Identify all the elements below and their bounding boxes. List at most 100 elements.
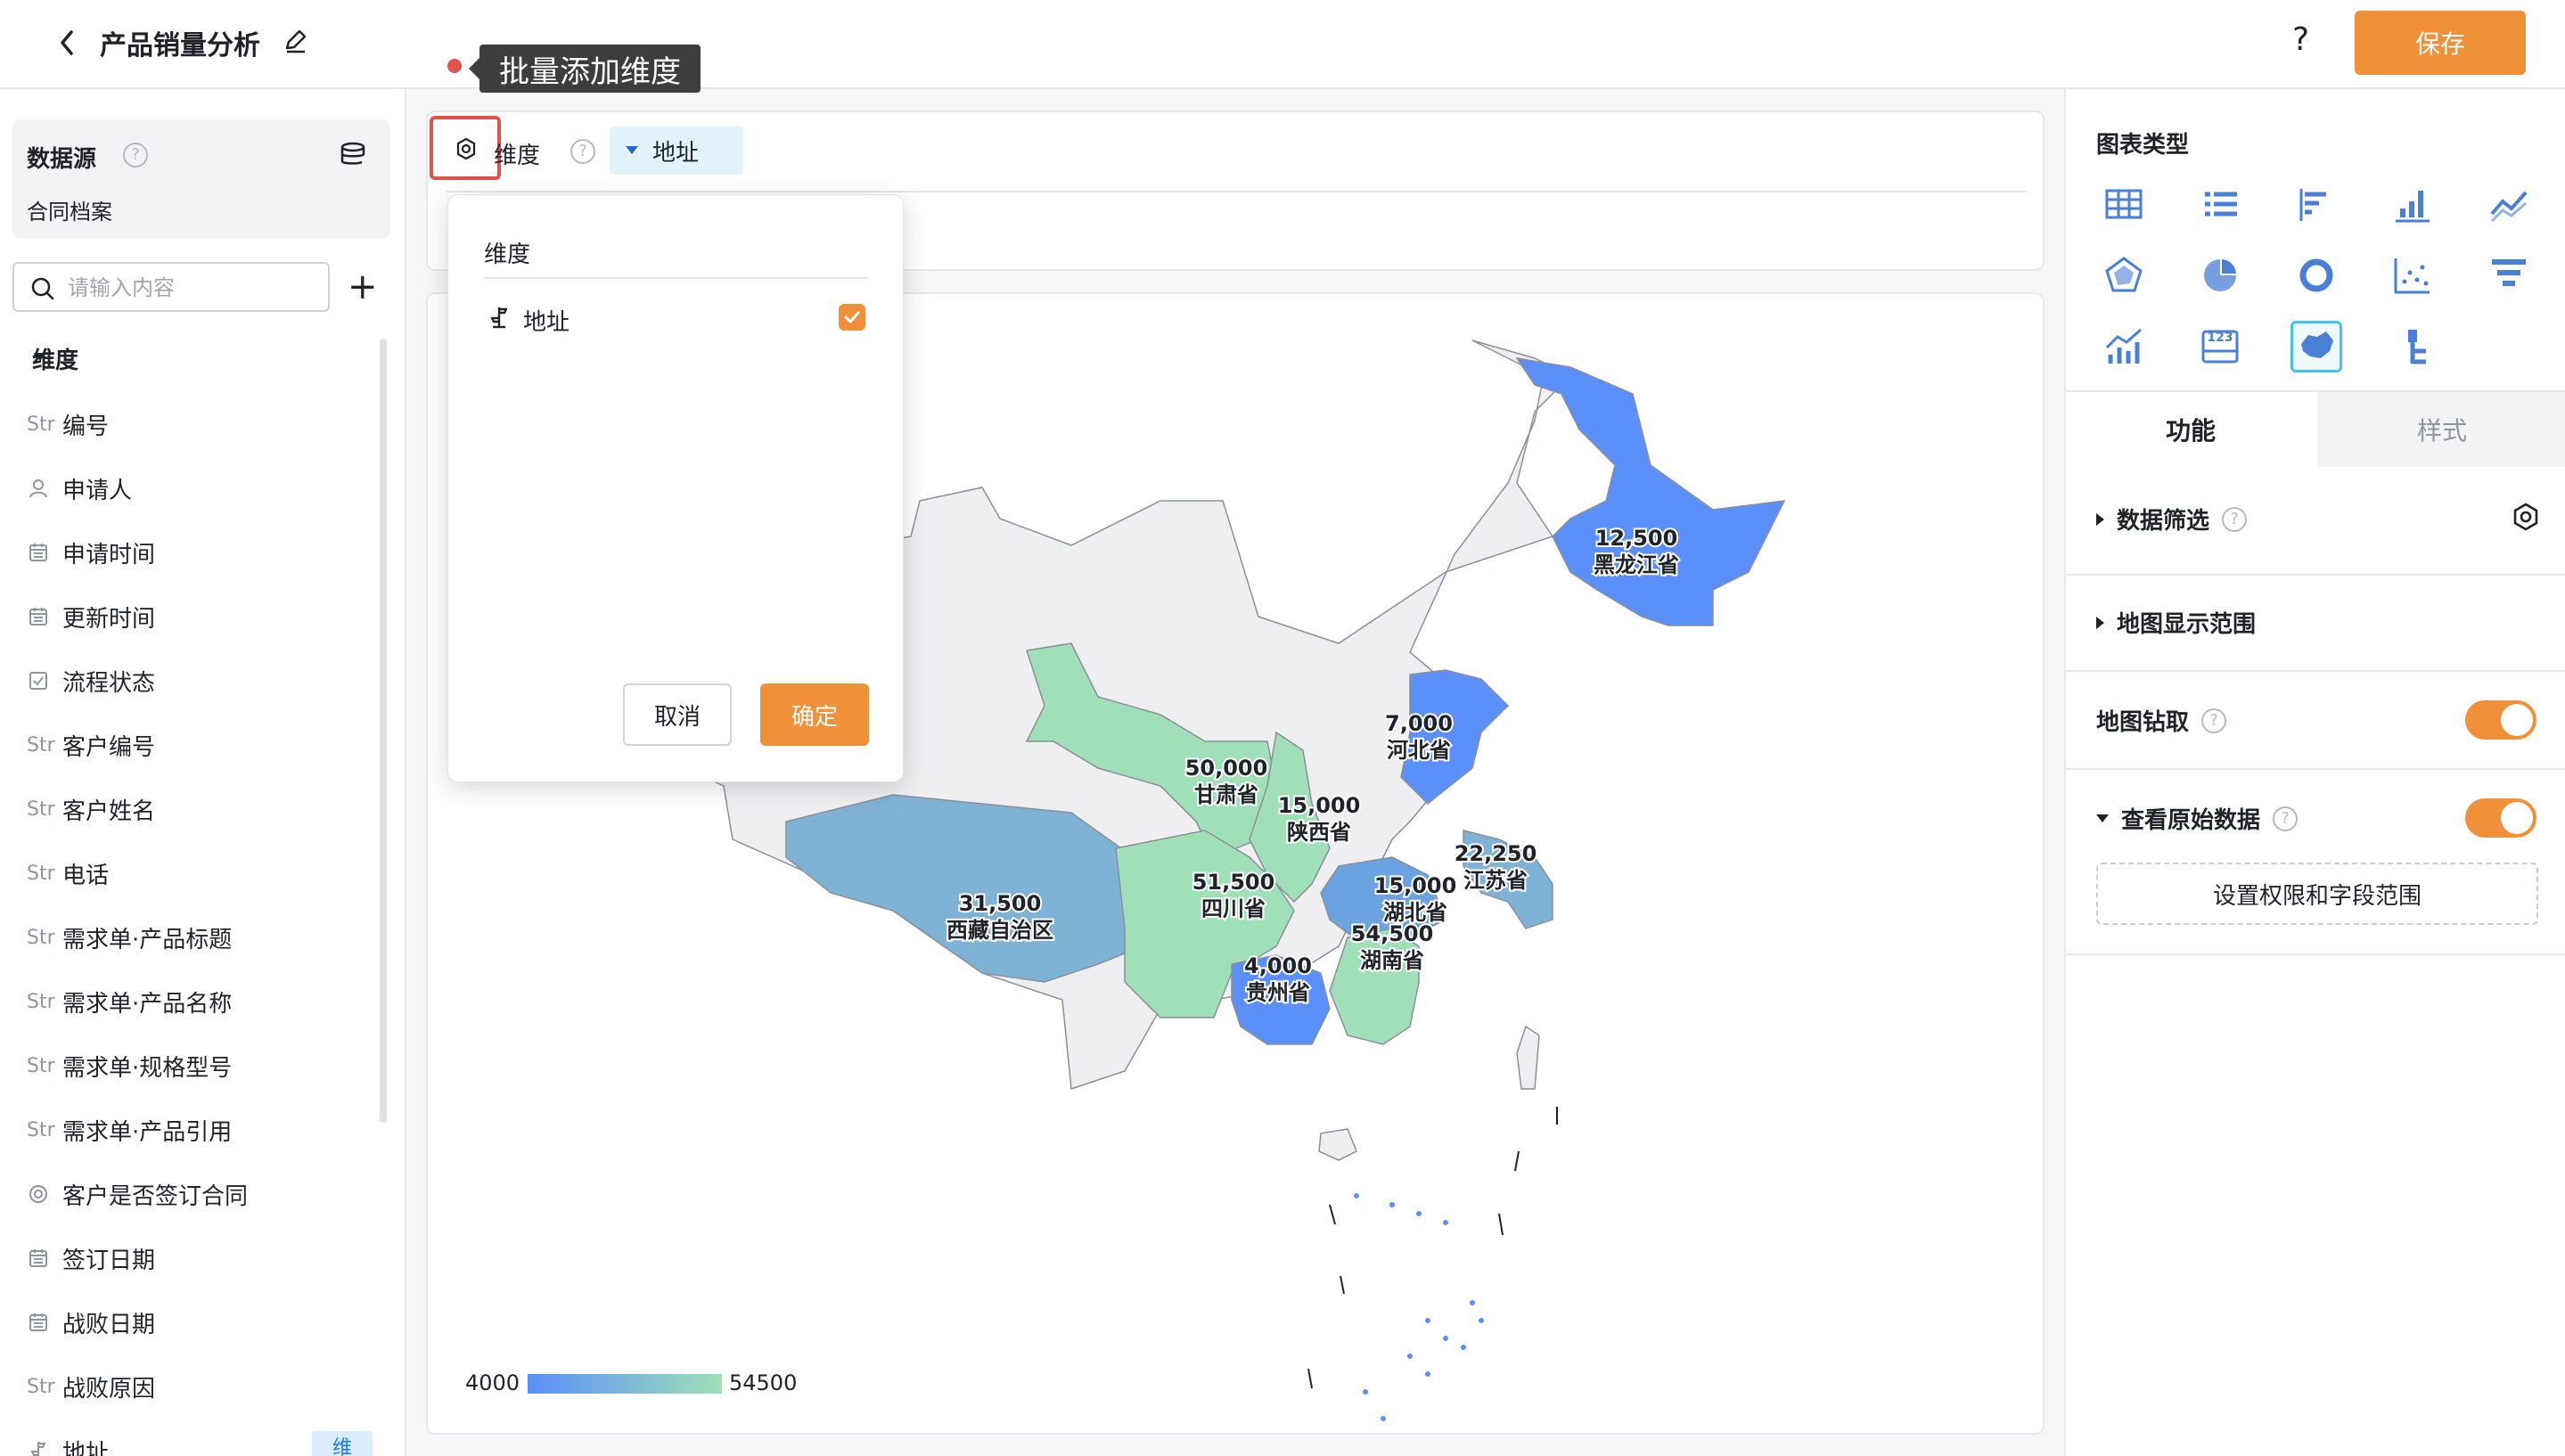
search-icon xyxy=(31,277,54,300)
field-label: 电话 xyxy=(62,862,110,889)
field-item[interactable]: 流程状态 xyxy=(27,649,374,713)
save-button[interactable]: 保存 xyxy=(2355,11,2526,75)
dimension-help-icon[interactable]: ? xyxy=(570,139,595,164)
map-drill-toggle[interactable] xyxy=(2465,700,2536,740)
island-hainan[interactable] xyxy=(1318,1128,1357,1161)
legend-gradient-bar[interactable] xyxy=(528,1374,722,1394)
set-permissions-button[interactable]: 设置权限和字段范围 xyxy=(2096,863,2538,925)
island-dot xyxy=(1363,1389,1368,1395)
field-label: 更新时间 xyxy=(62,605,156,633)
panel-divider xyxy=(2066,574,2565,576)
radar-icon[interactable] xyxy=(2098,249,2150,301)
field-item[interactable]: Str 需求单·产品标题 xyxy=(27,905,374,969)
region-heilongjiang[interactable] xyxy=(1515,356,1786,626)
cancel-button[interactable]: 取消 xyxy=(623,683,732,746)
collapse-icon xyxy=(2096,814,2109,822)
field-item[interactable]: Str 需求单·产品引用 xyxy=(27,1098,374,1162)
field-item[interactable]: 战败日期 xyxy=(27,1290,374,1354)
field-label: 流程状态 xyxy=(62,669,156,697)
field-item[interactable]: 签订日期 xyxy=(27,1226,374,1290)
region-name-label: 西藏自治区 xyxy=(947,918,1053,943)
field-item[interactable]: 更新时间 xyxy=(27,585,374,649)
region-value-label: 4,000 xyxy=(1244,953,1312,978)
calendar-icon xyxy=(27,1246,62,1271)
donut-icon[interactable] xyxy=(2290,249,2342,301)
view-raw-data-label: 查看原始数据 xyxy=(2121,807,2261,834)
field-label: 编号 xyxy=(62,413,110,440)
scatter-icon[interactable] xyxy=(2387,249,2438,301)
horizontal-bar-icon[interactable] xyxy=(2290,178,2342,230)
data-filter-help-icon[interactable]: ? xyxy=(2222,506,2248,532)
map-drill-help-icon[interactable]: ? xyxy=(2201,708,2227,733)
field-label: 战败原因 xyxy=(62,1375,156,1403)
field-item[interactable]: Str 需求单·产品名称 xyxy=(27,969,374,1034)
help-icon[interactable]: ? xyxy=(2292,21,2309,58)
island-dot xyxy=(1407,1354,1413,1359)
back-arrow-icon[interactable] xyxy=(52,25,84,61)
field-item[interactable]: 申请时间 xyxy=(27,520,374,585)
address-checkbox[interactable] xyxy=(839,304,865,331)
field-search-box[interactable] xyxy=(12,262,330,312)
data-filter-section[interactable]: 数据筛选 ? xyxy=(2096,503,2248,536)
chart-type-title: 图表类型 xyxy=(2096,132,2190,159)
field-item[interactable]: 申请人 xyxy=(27,456,374,520)
region-name-label: 陕西省 xyxy=(1287,820,1351,845)
datasource-card[interactable]: 数据源 ? 合同档案 xyxy=(12,119,390,239)
field-item[interactable]: 客户是否签订合同 xyxy=(27,1162,374,1226)
bar-chart-icon[interactable] xyxy=(2387,178,2438,230)
field-list-scrollbar[interactable] xyxy=(380,339,387,1123)
field-label: 需求单·产品引用 xyxy=(62,1118,233,1146)
region-value-label: 31,500 xyxy=(959,891,1042,916)
string-type-label: Str xyxy=(27,413,55,436)
field-item[interactable]: Str 客户编号 xyxy=(27,713,374,777)
field-item[interactable]: Str 电话 xyxy=(27,841,374,905)
popover-divider xyxy=(484,277,869,279)
number-card-icon[interactable]: 123 xyxy=(2194,321,2246,372)
pie-icon[interactable] xyxy=(2194,249,2246,301)
calendar-icon xyxy=(27,540,62,565)
view-raw-data-section[interactable]: 查看原始数据 ? xyxy=(2096,802,2299,835)
view-raw-help-icon[interactable]: ? xyxy=(2273,806,2299,831)
location-icon xyxy=(490,307,508,329)
field-item[interactable]: Str 编号 xyxy=(27,392,374,456)
region-hebei[interactable] xyxy=(1400,669,1510,806)
island-taiwan[interactable] xyxy=(1516,1025,1540,1090)
panel-divider xyxy=(2066,670,2565,672)
datasource-help-icon[interactable]: ? xyxy=(123,143,148,168)
batch-add-dimension-button[interactable] xyxy=(430,116,501,180)
search-input[interactable] xyxy=(68,273,317,303)
tab-function[interactable]: 功能 xyxy=(2066,392,2315,467)
expand-icon xyxy=(2096,512,2104,526)
tab-style[interactable]: 样式 xyxy=(2317,392,2565,467)
database-switch-icon[interactable] xyxy=(337,139,369,171)
tree-icon[interactable] xyxy=(2387,321,2438,372)
combo-chart-icon[interactable] xyxy=(2098,321,2150,372)
island-dot xyxy=(1354,1193,1359,1198)
field-panel: 数据源 ? 合同档案 + 维度 Str 编号申请人申请时间更新时间流程状态 Str 客… xyxy=(0,89,406,1456)
dimension-label: 维度 xyxy=(494,143,541,169)
map-range-section[interactable]: 地图显示范围 xyxy=(2096,606,2256,639)
datasource-name: 合同档案 xyxy=(27,200,112,225)
string-type-label: Str xyxy=(27,733,55,757)
island-dot xyxy=(1470,1300,1475,1305)
list-icon[interactable] xyxy=(2194,178,2246,230)
dimension-group-header[interactable]: 维度 xyxy=(32,342,78,375)
region-name-label: 甘肃省 xyxy=(1194,782,1258,807)
field-item[interactable]: Str 需求单·规格型号 xyxy=(27,1034,374,1098)
field-label: 战败日期 xyxy=(62,1311,156,1338)
field-label: 客户编号 xyxy=(62,733,156,761)
field-item[interactable]: Str 客户姓名 xyxy=(27,777,374,841)
table-icon[interactable] xyxy=(2098,178,2150,230)
add-field-icon[interactable]: + xyxy=(348,266,378,308)
string-type-label: Str xyxy=(27,926,55,949)
field-item[interactable]: Str 战败原因 xyxy=(27,1354,374,1419)
map-icon[interactable] xyxy=(2290,321,2342,372)
confirm-button[interactable]: 确定 xyxy=(760,683,869,746)
filter-settings-icon[interactable] xyxy=(2510,501,2542,533)
field-label: 客户姓名 xyxy=(62,798,156,825)
view-raw-data-toggle[interactable] xyxy=(2465,798,2536,838)
dimension-chip-address[interactable]: 地址 xyxy=(610,127,743,175)
edit-title-icon[interactable] xyxy=(282,27,310,55)
funnel-icon[interactable] xyxy=(2483,249,2535,301)
line-chart-icon[interactable] xyxy=(2483,178,2535,230)
